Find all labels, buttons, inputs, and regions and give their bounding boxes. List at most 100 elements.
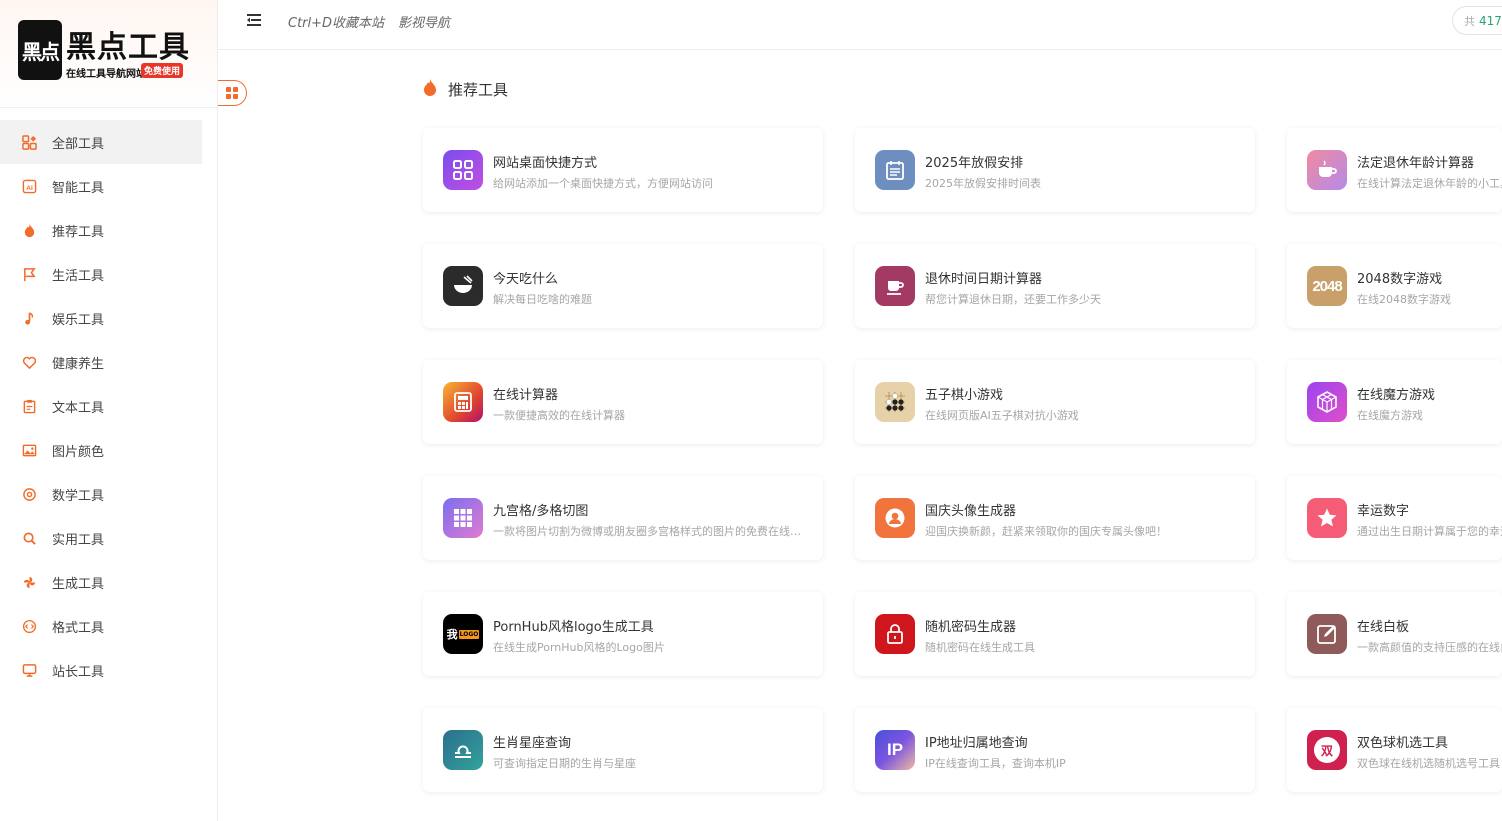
logo-title: 黑点工具 — [66, 30, 190, 65]
tool-card-title: 幸运数字 — [1357, 504, 1410, 519]
tool-card[interactable]: 随机密码生成器随机密码在线生成工具 — [855, 592, 1255, 676]
sidebar-item-6[interactable]: 健康养生 — [0, 340, 202, 384]
heart-icon — [22, 355, 37, 370]
tool-card-description: 通过出生日期计算属于您的幸运数字 — [1357, 525, 1502, 538]
tool-card[interactable]: 九宫格/多格切图一款将图片切割为微博或朋友圈多宫格样式的图片的免费在线工具 — [423, 476, 823, 560]
ai-icon: AI — [22, 179, 37, 194]
sidebar-item-13[interactable]: 站长工具 — [0, 648, 202, 692]
tool-card[interactable]: 在线白板一款高颜值的支持压感的在线白板 — [1287, 592, 1502, 676]
sidebar-item-label: 站长工具 — [52, 664, 105, 680]
sidebar-item-4[interactable]: 生活工具 — [0, 252, 202, 296]
tool-card-title: 双色球机选工具 — [1357, 736, 1449, 751]
sidebar: 黑点 黑点工具 在线工具导航网站 免费使用 全部工具 AI 智能工具推荐工具生活工具… — [0, 0, 218, 821]
sidebar-item-10[interactable]: 实用工具 — [0, 516, 202, 560]
tool-card-description: 2025年放假安排时间表 — [925, 177, 1041, 190]
lock-icon — [875, 614, 915, 654]
sidebar-item-label: 推荐工具 — [52, 224, 105, 240]
tool-card[interactable]: 幸运数字通过出生日期计算属于您的幸运数字 — [1287, 476, 1502, 560]
tool-card-title: PornHub风格logo生成工具 — [493, 620, 654, 635]
at-icon — [22, 487, 37, 502]
sidebar-item-label: 健康养生 — [52, 356, 105, 372]
tool-card-description: 在线计算法定退休年龄的小工具 — [1357, 177, 1502, 190]
tool-card-title: 九宫格/多格切图 — [493, 504, 589, 519]
sidebar-item-12[interactable]: 格式工具 — [0, 604, 202, 648]
apps-icon — [22, 134, 37, 150]
tool-card[interactable]: 退休时间日期计算器 帮您计算退休日期，还要工作多少天 — [855, 244, 1255, 328]
tool-card-description: 解决每日吃啥的难题 — [493, 293, 592, 306]
music-note-icon — [22, 311, 37, 326]
sidebar-item-2[interactable]: AI 智能工具 — [0, 164, 202, 208]
sidebar-item-3[interactable]: 推荐工具 — [0, 208, 202, 252]
tool-card-title: 法定退休年龄计算器 — [1357, 156, 1475, 171]
sidebar-item-label: 生活工具 — [52, 268, 105, 284]
flag-icon — [22, 267, 37, 282]
logo-badge-text: LOGO — [458, 629, 480, 639]
tool-card[interactable]: 在线计算器 一款便捷高效的在线计算器 — [423, 360, 823, 444]
tool-card-description: 双色球在线机选随机选号工具 — [1357, 757, 1500, 770]
tool-card[interactable]: 生肖星座查询可查询指定日期的生肖与星座 — [423, 708, 823, 792]
logo-mark: 黑点 — [18, 20, 62, 80]
tool-count-value: 417 — [1479, 13, 1502, 28]
sidebar-item-1[interactable]: 全部工具 — [0, 120, 202, 164]
star-icon — [1307, 498, 1347, 538]
sidebar-item-label: 数学工具 — [52, 488, 105, 504]
logo-generator-icon: 我 LOGO — [443, 614, 483, 654]
tool-card[interactable]: 五子棋小游戏在线网页版AI五子棋对抗小游戏 — [855, 360, 1255, 444]
tool-card[interactable]: 网站桌面快捷方式 给网站添加一个桌面快捷方式，方便网站访问 — [423, 128, 823, 212]
logo-badge: 免费使用 — [141, 63, 184, 78]
ip-text: IP — [886, 740, 904, 759]
fire-icon — [22, 223, 37, 238]
bookmark-link[interactable]: Ctrl+D收藏本站 — [288, 12, 384, 31]
mug-icon — [875, 266, 915, 306]
sidebar-item-5[interactable]: 娱乐工具 — [0, 296, 202, 340]
tool-card-title: IP地址归属地查询 — [925, 736, 1028, 751]
movie-nav-link[interactable]: 影视导航 — [398, 12, 450, 31]
tool-card-title: 在线白板 — [1357, 620, 1410, 635]
sidebar-item-7[interactable]: 文本工具 — [0, 384, 202, 428]
tool-card-title: 退休时间日期计算器 — [925, 272, 1043, 287]
sidebar-item-label: 图片颜色 — [52, 444, 105, 460]
tool-card[interactable]: 法定退休年龄计算器在线计算法定退休年龄的小工具 — [1287, 128, 1502, 212]
sidebar-item-label: 娱乐工具 — [52, 312, 105, 328]
sidebar-item-label: 文本工具 — [52, 400, 105, 416]
tool-card-description: 在线魔方游戏 — [1357, 409, 1423, 422]
avatar-icon — [875, 498, 915, 538]
libra-icon — [443, 730, 483, 770]
tool-card[interactable]: 我 LOGO PornHub风格logo生成工具 在线生成PornHub风格的Logo… — [423, 592, 823, 676]
tool-card-description: 在线网页版AI五子棋对抗小游戏 — [925, 409, 1079, 422]
sidebar-item-8[interactable]: 图片颜色 — [0, 428, 202, 472]
tool-card-description: 一款高颜值的支持压感的在线白板 — [1357, 641, 1502, 654]
tool-card[interactable]: 在线魔方游戏 在线魔方游戏 — [1287, 360, 1502, 444]
ip-icon: IP — [875, 730, 915, 770]
tool-card[interactable]: IP IP地址归属地查询 IP在线查询工具，查询本机IP — [855, 708, 1255, 792]
tool-card[interactable]: 国庆头像生成器迎国庆换新颜，赶紧来领取你的国庆专属头像吧！ — [855, 476, 1255, 560]
logo-subtitle: 在线工具导航网站 — [66, 69, 146, 80]
tool-card-description: 一款将图片切割为微博或朋友圈多宫格样式的图片的免费在线工具 — [493, 525, 803, 538]
tool-card-description: 迎国庆换新颜，赶紧来领取你的国庆专属头像吧！ — [925, 525, 1167, 538]
tool-card[interactable]: 双 双色球机选工具双色球在线机选随机选号工具 — [1287, 708, 1502, 792]
tool-card[interactable]: 2048 2048数字游戏 在线2048数字游戏 — [1287, 244, 1502, 328]
sidebar-item-11[interactable]: 生成工具 — [0, 560, 202, 604]
tool-card-title: 今天吃什么 — [493, 272, 559, 287]
tool-card-description: 随机密码在线生成工具 — [925, 641, 1035, 654]
sidebar-item-9[interactable]: 数学工具 — [0, 472, 202, 516]
section-header: 推荐工具 — [422, 78, 508, 100]
tool-card-title: 随机密码生成器 — [925, 620, 1017, 635]
sidebar-item-label: 智能工具 — [52, 180, 105, 196]
tool-card-title: 五子棋小游戏 — [925, 388, 1004, 403]
edit-board-icon — [1307, 614, 1347, 654]
gomoku-icon — [875, 382, 915, 422]
lottery-icon: 双 — [1307, 730, 1347, 770]
tool-card-title: 国庆头像生成器 — [925, 504, 1017, 519]
grid-view-button[interactable] — [218, 80, 247, 106]
tool-card[interactable]: 今天吃什么解决每日吃啥的难题 — [423, 244, 823, 328]
menu-toggle-icon[interactable] — [244, 10, 264, 30]
tool-card-title: 网站桌面快捷方式 — [493, 156, 598, 171]
tool-card-description: 可查询指定日期的生肖与星座 — [493, 757, 636, 770]
tool-card-title: 生肖星座查询 — [493, 736, 572, 751]
tool-card[interactable]: 2025年放假安排 2025年放假安排时间表 — [855, 128, 1255, 212]
site-logo[interactable]: 黑点 黑点工具 在线工具导航网站 免费使用 — [0, 0, 217, 108]
calculator-icon — [443, 382, 483, 422]
sidebar-item-label: 生成工具 — [52, 576, 105, 592]
tool-card-description: 一款便捷高效的在线计算器 — [493, 409, 625, 422]
